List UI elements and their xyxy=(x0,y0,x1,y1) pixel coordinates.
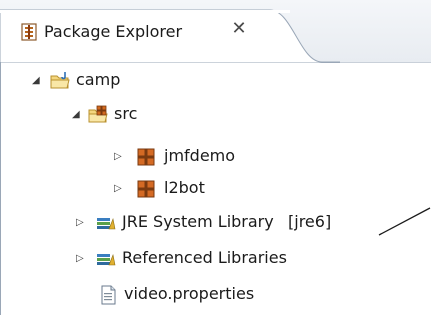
expanded-triangle-icon[interactable]: ◢ xyxy=(72,102,84,128)
close-icon[interactable]: ✕ xyxy=(230,20,248,38)
view-tab-bar: Package Explorer ✕ xyxy=(0,0,431,63)
collapsed-triangle-icon[interactable]: ▷ xyxy=(114,144,126,170)
java-project-folder-icon xyxy=(50,72,70,89)
tree-item-jmfdemo[interactable]: ▷ jmfdemo xyxy=(0,144,260,170)
package-tree: ◢ camp ◢ src ▷ jmfdemo ▷ l2bot ▷ JRE Sys… xyxy=(0,62,431,315)
tree-item-label: src xyxy=(114,104,138,123)
tab-package-explorer[interactable]: Package Explorer ✕ xyxy=(0,0,340,63)
tree-item-label: JRE System Library xyxy=(122,212,274,231)
tree-item-referenced-libraries[interactable]: ▷ Referenced Libraries xyxy=(0,246,380,272)
callout-line xyxy=(378,207,431,236)
package-icon xyxy=(137,148,155,166)
tree-item-camp[interactable]: ◢ camp xyxy=(0,68,200,94)
package-explorer-icon xyxy=(21,23,37,41)
tree-item-jre-system-library[interactable]: ▷ JRE System Library [jre6] xyxy=(0,210,380,236)
tree-item-label: Referenced Libraries xyxy=(122,248,287,267)
properties-file-icon xyxy=(101,285,116,305)
collapsed-triangle-icon[interactable]: ▷ xyxy=(76,210,88,236)
expanded-triangle-icon[interactable]: ◢ xyxy=(32,68,44,94)
tab-title: Package Explorer xyxy=(44,22,183,41)
source-folder-icon xyxy=(88,105,108,123)
collapsed-triangle-icon[interactable]: ▷ xyxy=(114,176,126,202)
library-icon xyxy=(97,217,116,230)
package-icon xyxy=(137,180,155,198)
tree-item-label: video.properties xyxy=(124,284,255,303)
tree-item-video-properties[interactable]: video.properties xyxy=(0,282,380,308)
tree-item-label: jmfdemo xyxy=(164,146,236,165)
library-decoration: [jre6] xyxy=(288,212,332,231)
collapsed-triangle-icon[interactable]: ▷ xyxy=(76,246,88,272)
tree-item-label: l2bot xyxy=(164,178,205,197)
tree-item-label: camp xyxy=(76,70,121,89)
library-icon xyxy=(97,253,116,266)
tree-item-l2bot[interactable]: ▷ l2bot xyxy=(0,176,260,202)
tree-item-src[interactable]: ◢ src xyxy=(0,102,200,128)
